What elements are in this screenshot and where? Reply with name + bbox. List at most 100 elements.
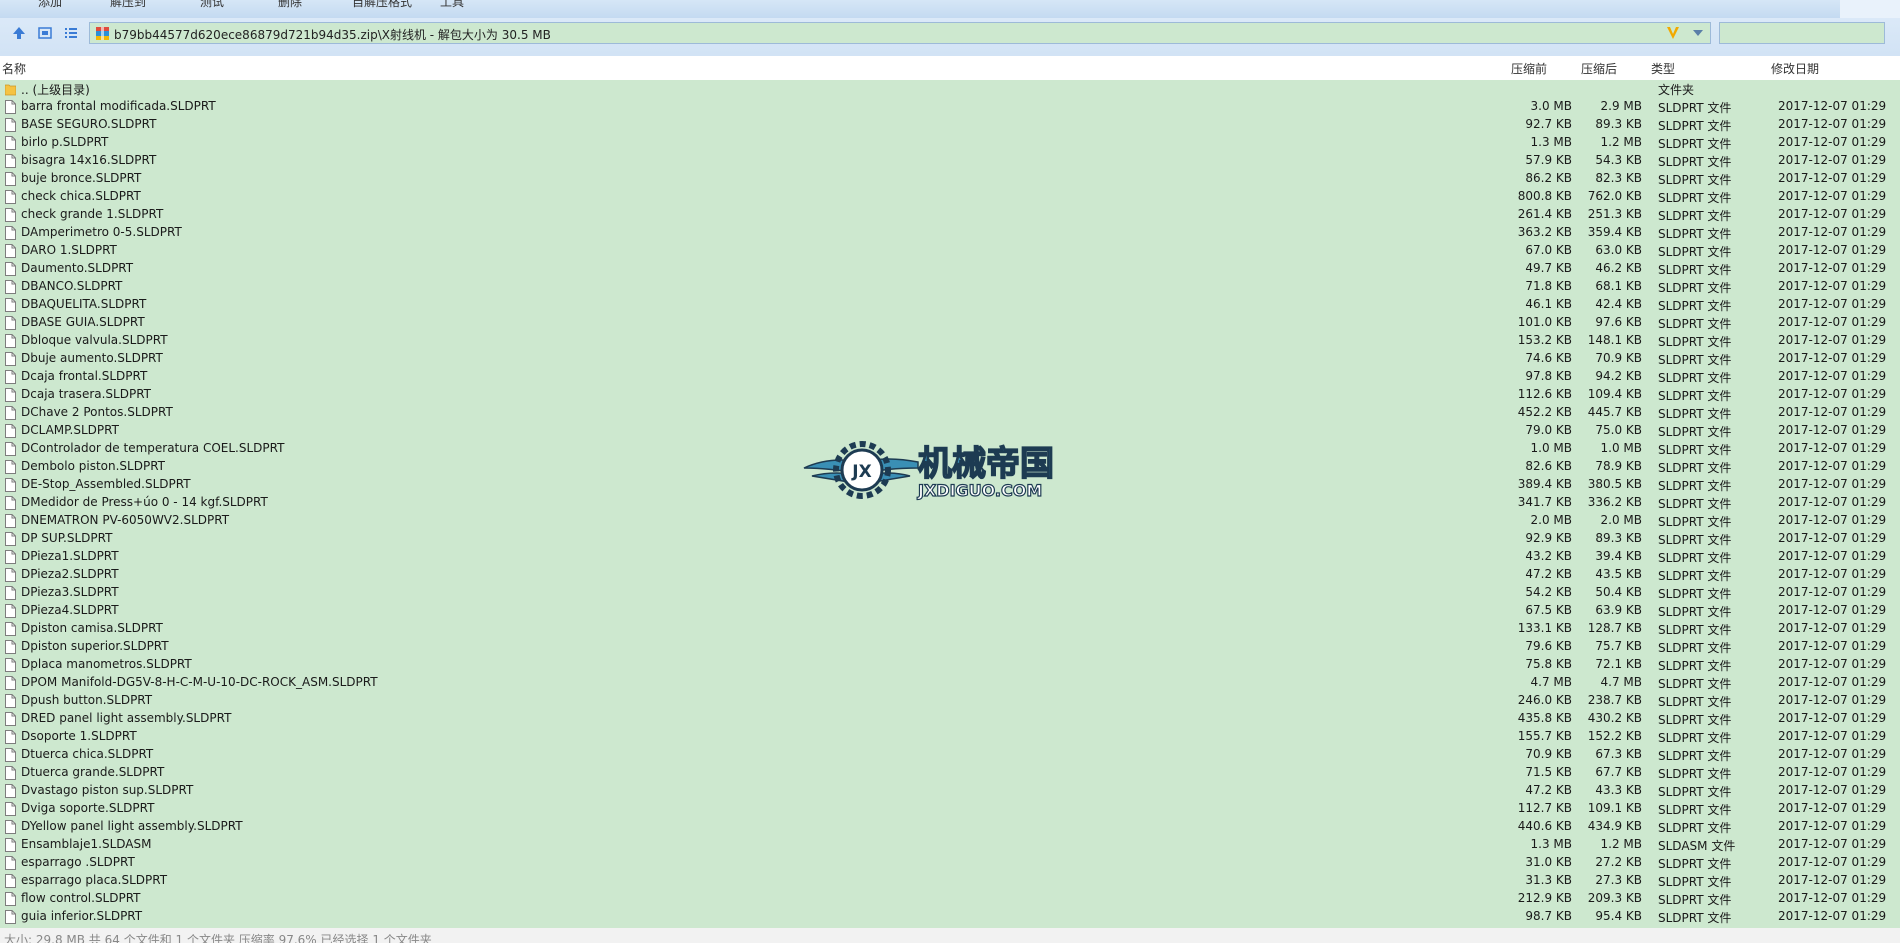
file-size-before: 101.0 KB — [1517, 315, 1572, 329]
file-row[interactable]: Dbloque valvula.SLDPRT 153.2 KB 148.1 KB SL… — [0, 332, 1900, 350]
file-row[interactable]: buje bronce.SLDPRT 86.2 KB 82.3 KB SLDPRT 文… — [0, 170, 1900, 188]
parent-folder-row[interactable]: .. (上级目录) 文件夹 — [0, 80, 1900, 98]
file-row[interactable]: DP SUP.SLDPRT 92.9 KB 89.3 KB SLDPRT 文件 2017… — [0, 530, 1900, 548]
toolbar-test-button[interactable]: 测试 — [200, 0, 224, 10]
file-type: SLDPRT 文件 — [1658, 245, 1732, 259]
file-row[interactable]: birlo p.SLDPRT 1.3 MB 1.2 MB SLDPRT 文件 2017-… — [0, 134, 1900, 152]
document-icon — [5, 712, 16, 726]
file-date: 2017-12-07 01:29 — [1778, 729, 1887, 743]
column-header-name[interactable]: 名称 — [2, 60, 26, 77]
file-name: DChave 2 Pontos.SLDPRT — [21, 405, 173, 419]
file-size-before: 261.4 KB — [1517, 207, 1572, 221]
document-icon — [5, 424, 16, 438]
path-history-chevron-icon[interactable] — [1664, 24, 1682, 42]
file-row[interactable]: DNEMATRON PV-6050WV2.SLDPRT 2.0 MB 2.0 MB S… — [0, 512, 1900, 530]
file-row[interactable]: Ensamblaje1.SLDASM 1.3 MB 1.2 MB SLDASM 文件 2… — [0, 836, 1900, 854]
file-row[interactable]: DBASE GUIA.SLDPRT 101.0 KB 97.6 KB SLDPRT 文… — [0, 314, 1900, 332]
file-row[interactable]: Dpush button.SLDPRT 246.0 KB 238.7 KB SLDPR… — [0, 692, 1900, 710]
view-thumbnail-icon[interactable] — [37, 25, 53, 41]
window-corner — [1840, 0, 1900, 18]
file-row[interactable]: Daumento.SLDPRT 49.7 KB 46.2 KB SLDPRT 文件 20… — [0, 260, 1900, 278]
file-size-before: 3.0 MB — [1530, 99, 1572, 113]
file-type: SLDPRT 文件 — [1658, 893, 1732, 907]
column-header-size-after[interactable]: 压缩后 — [1581, 60, 1617, 77]
file-row[interactable]: Dsoporte 1.SLDPRT 155.7 KB 152.2 KB SLDPRT … — [0, 728, 1900, 746]
file-size-before: 1.3 MB — [1530, 135, 1572, 149]
file-row[interactable]: DChave 2 Pontos.SLDPRT 452.2 KB 445.7 KB SL… — [0, 404, 1900, 422]
file-size-after: 762.0 KB — [1587, 189, 1642, 203]
file-row[interactable]: Dtuerca grande.SLDPRT 71.5 KB 67.7 KB SLDPR… — [0, 764, 1900, 782]
file-size-after: 75.0 KB — [1595, 423, 1642, 437]
toolbar-delete-button[interactable]: 删除 — [278, 0, 302, 10]
file-row[interactable]: DPieza1.SLDPRT 43.2 KB 39.4 KB SLDPRT 文件 201… — [0, 548, 1900, 566]
file-row[interactable]: check chica.SLDPRT 800.8 KB 762.0 KB SLDPRT… — [0, 188, 1900, 206]
file-row[interactable]: Dbuje aumento.SLDPRT 74.6 KB 70.9 KB SLDPRT… — [0, 350, 1900, 368]
file-size-before: 800.8 KB — [1517, 189, 1572, 203]
file-name: buje bronce.SLDPRT — [21, 171, 142, 185]
file-row[interactable]: flow control.SLDPRT 212.9 KB 209.3 KB SLDPR… — [0, 890, 1900, 908]
file-row[interactable]: Dplaca manometros.SLDPRT 75.8 KB 72.1 KB SL… — [0, 656, 1900, 674]
file-row[interactable]: BASE SEGURO.SLDPRT 92.7 KB 89.3 KB SLDPRT 文… — [0, 116, 1900, 134]
up-arrow-icon[interactable] — [11, 25, 27, 41]
file-row[interactable]: Dpiston camisa.SLDPRT 133.1 KB 128.7 KB SLD… — [0, 620, 1900, 638]
file-row[interactable]: DBAQUELITA.SLDPRT 46.1 KB 42.4 KB SLDPRT 文件… — [0, 296, 1900, 314]
file-type: SLDPRT 文件 — [1658, 155, 1732, 169]
search-input[interactable] — [1719, 22, 1885, 44]
toolbar-extract-button[interactable]: 解压到 — [110, 0, 146, 10]
file-name: DYellow panel light assembly.SLDPRT — [21, 819, 243, 833]
toolbar-tools-button[interactable]: 工具 — [440, 0, 464, 10]
file-size-after: 445.7 KB — [1587, 405, 1642, 419]
file-row[interactable]: DBANCO.SLDPRT 71.8 KB 68.1 KB SLDPRT 文件 2017… — [0, 278, 1900, 296]
view-list-icon[interactable] — [63, 25, 79, 41]
file-size-before: 70.9 KB — [1525, 747, 1572, 761]
file-size-after: 94.2 KB — [1595, 369, 1642, 383]
file-row[interactable]: barra frontal modificada.SLDPRT 3.0 MB 2.9… — [0, 98, 1900, 116]
file-row[interactable]: Dcaja frontal.SLDPRT 97.8 KB 94.2 KB SLDPRT… — [0, 368, 1900, 386]
file-row[interactable]: DPieza2.SLDPRT 47.2 KB 43.5 KB SLDPRT 文件 201… — [0, 566, 1900, 584]
column-header-size-before[interactable]: 压缩前 — [1511, 60, 1547, 77]
file-type: SLDPRT 文件 — [1658, 911, 1732, 925]
file-name: Dplaca manometros.SLDPRT — [21, 657, 192, 671]
file-row[interactable]: check grande 1.SLDPRT 261.4 KB 251.3 KB SLD… — [0, 206, 1900, 224]
file-name: Dembolo piston.SLDPRT — [21, 459, 166, 473]
file-date: 2017-12-07 01:29 — [1778, 171, 1887, 185]
file-row[interactable]: guia inferior.SLDPRT 98.7 KB 95.4 KB SLDPRT… — [0, 908, 1900, 926]
file-row[interactable]: DAmperimetro 0-5.SLDPRT 363.2 KB 359.4 KB S… — [0, 224, 1900, 242]
document-icon — [5, 226, 16, 240]
file-date: 2017-12-07 01:29 — [1778, 243, 1887, 257]
file-row[interactable]: DARO 1.SLDPRT 67.0 KB 63.0 KB SLDPRT 文件 2017… — [0, 242, 1900, 260]
file-size-before: 67.0 KB — [1525, 243, 1572, 257]
file-row[interactable]: Dviga soporte.SLDPRT 112.7 KB 109.1 KB SLDP… — [0, 800, 1900, 818]
toolbar-sfx-button[interactable]: 自解压格式 — [352, 0, 412, 10]
file-row[interactable]: Dcaja trasera.SLDPRT 112.6 KB 109.4 KB SLDP… — [0, 386, 1900, 404]
file-name: Dpush button.SLDPRT — [21, 693, 153, 707]
file-row[interactable]: DPieza4.SLDPRT 67.5 KB 63.9 KB SLDPRT 文件 201… — [0, 602, 1900, 620]
file-size-before: 79.0 KB — [1525, 423, 1572, 437]
file-type: SLDPRT 文件 — [1658, 785, 1732, 799]
file-row[interactable]: esparrago .SLDPRT 31.0 KB 27.2 KB SLDPRT 文件… — [0, 854, 1900, 872]
column-header-type[interactable]: 类型 — [1651, 60, 1675, 77]
file-name: guia inferior.SLDPRT — [21, 909, 143, 923]
file-name: DCLAMP.SLDPRT — [21, 423, 119, 437]
address-path-field[interactable]: b79bb44577d620ece86879d721b94d35.zip\X射线… — [89, 22, 1711, 44]
file-row[interactable]: DRED panel light assembly.SLDPRT 435.8 KB… — [0, 710, 1900, 728]
file-row[interactable]: DPieza3.SLDPRT 54.2 KB 50.4 KB SLDPRT 文件 201… — [0, 584, 1900, 602]
column-header-date[interactable]: 修改日期 — [1771, 60, 1819, 77]
file-row[interactable]: DPOM Manifold-DG5V-8-H-C-M-U-10-DC-ROCK_… — [0, 674, 1900, 692]
file-row[interactable]: Dtuerca chica.SLDPRT 70.9 KB 67.3 KB SLDPRT… — [0, 746, 1900, 764]
file-name: DARO 1.SLDPRT — [21, 243, 117, 257]
chevron-down-icon[interactable] — [1692, 29, 1704, 37]
file-row[interactable]: Dpiston superior.SLDPRT 79.6 KB 75.7 KB SLD… — [0, 638, 1900, 656]
toolbar-add-button[interactable]: 添加 — [38, 0, 62, 10]
file-date: 2017-12-07 01:29 — [1778, 405, 1887, 419]
file-name: Dcaja trasera.SLDPRT — [21, 387, 151, 401]
file-type: SLDPRT 文件 — [1658, 533, 1732, 547]
file-row[interactable]: Dvastago piston sup.SLDPRT 47.2 KB 43.3 KB… — [0, 782, 1900, 800]
file-type: SLDPRT 文件 — [1658, 605, 1732, 619]
file-row[interactable]: esparrago placa.SLDPRT 31.3 KB 27.3 KB SLDP… — [0, 872, 1900, 890]
file-type: SLDPRT 文件 — [1658, 515, 1732, 529]
file-row[interactable]: DYellow panel light assembly.SLDPRT 440.6… — [0, 818, 1900, 836]
file-row[interactable]: bisagra 14x16.SLDPRT 57.9 KB 54.3 KB SLDPRT… — [0, 152, 1900, 170]
file-size-before: 46.1 KB — [1525, 297, 1572, 311]
file-name: flow control.SLDPRT — [21, 891, 141, 905]
